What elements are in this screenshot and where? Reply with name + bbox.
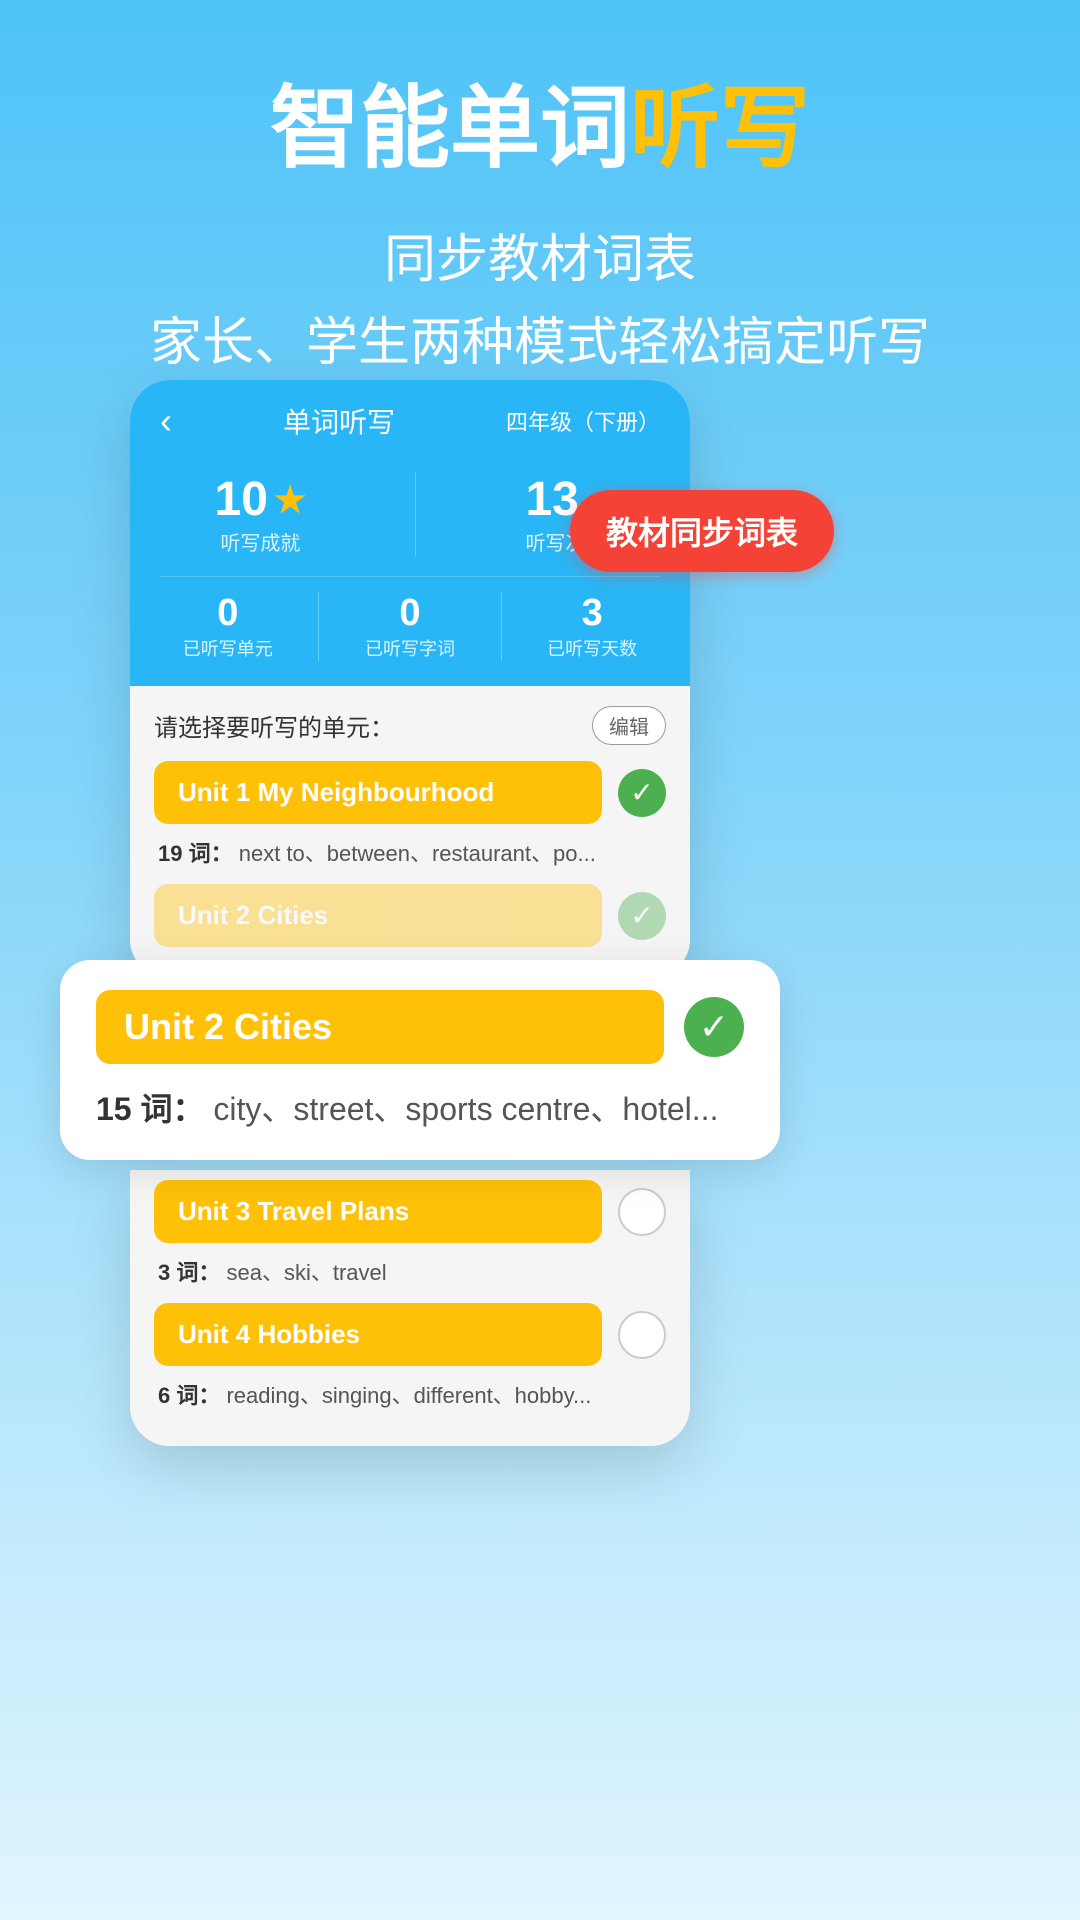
main-title: 智能单词听写: [60, 80, 1020, 179]
days-label: 已听写天数: [547, 635, 637, 661]
units-stat: 0 已听写单元: [183, 592, 273, 661]
badge-text: 教材同步词表: [606, 515, 798, 551]
unit3-words: 3 词： sea、ski、travel: [154, 1243, 666, 1291]
unit4-name: Unit 4 Hobbies: [178, 1319, 360, 1349]
unit1-count: 19 词：: [158, 841, 233, 866]
unit4-preview: reading、singing、different、hobby...: [226, 1383, 591, 1408]
unit4-count: 6 词：: [158, 1383, 220, 1408]
unit2-name: Unit 2 Cities: [178, 900, 328, 930]
words-label: 已听写字词: [365, 635, 455, 661]
score-number: 10: [215, 472, 268, 527]
edit-button[interactable]: 编辑: [592, 706, 666, 745]
floating-unit2-words: 15 词： city、street、sports centre、hotel...: [96, 1084, 744, 1130]
unit3-button[interactable]: Unit 3 Travel Plans: [154, 1180, 602, 1243]
star-icon: ★: [274, 479, 306, 521]
header-section: 智能单词听写 同步教材词表 家长、学生两种模式轻松搞定听写: [0, 0, 1080, 445]
unit3-name: Unit 3 Travel Plans: [178, 1196, 409, 1226]
days-value: 3: [547, 592, 637, 635]
floating-unit2-check[interactable]: ✓: [684, 997, 744, 1057]
subtitle-line2: 家长、学生两种模式轻松搞定听写: [60, 302, 1020, 385]
divider3: [501, 592, 502, 661]
floating-unit2-card: Unit 2 Cities ✓ 15 词： city、street、sports…: [60, 960, 780, 1160]
subtitle: 同步教材词表 家长、学生两种模式轻松搞定听写: [60, 219, 1020, 385]
unit2-header-row: Unit 2 Cities ✓: [154, 884, 666, 947]
phone-mockup: ‹ 单词听写 四年级（下册） 10 ★ 听写成就 13 听写次数 0 已: [130, 380, 690, 979]
unit3-circle[interactable]: [618, 1188, 666, 1236]
floating-unit2-preview: city、street、sports centre、hotel...: [213, 1091, 718, 1127]
floating-unit2-header: Unit 2 Cities ✓: [96, 990, 744, 1064]
unit-item-2-preview: Unit 2 Cities ✓: [154, 884, 666, 947]
units-value: 0: [183, 592, 273, 635]
score-label: 听写成就: [215, 527, 307, 556]
unit-item-1: Unit 1 My Neighbourhood ✓ 19 词： next to、…: [154, 761, 666, 872]
floating-unit2-count: 15 词：: [96, 1091, 205, 1127]
units-label: 已听写单元: [183, 635, 273, 661]
floating-unit2-name: Unit 2 Cities: [124, 1006, 332, 1047]
title-part1: 智能单词: [270, 79, 630, 179]
title-part2: 听写: [630, 79, 810, 179]
floating-checkmark-icon: ✓: [699, 1006, 729, 1048]
words-stat: 0 已听写字词: [365, 592, 455, 661]
phone-mockup-bottom: Unit 3 Travel Plans 3 词： sea、ski、travel …: [130, 1170, 690, 1446]
unit4-words: 6 词： reading、singing、different、hobby...: [154, 1366, 666, 1414]
unit-item-4: Unit 4 Hobbies 6 词： reading、singing、diff…: [154, 1303, 666, 1414]
unit1-check[interactable]: ✓: [618, 769, 666, 817]
unit3-header-row: Unit 3 Travel Plans: [154, 1180, 666, 1243]
unit-item-3: Unit 3 Travel Plans 3 词： sea、ski、travel: [154, 1180, 666, 1291]
unit1-header-row: Unit 1 My Neighbourhood ✓: [154, 761, 666, 824]
unit-section: 请选择要听写的单元： 编辑 Unit 1 My Neighbourhood ✓ …: [130, 686, 690, 979]
unit-section-bottom: Unit 3 Travel Plans 3 词： sea、ski、travel …: [130, 1170, 690, 1446]
checkmark-icon: ✓: [630, 776, 653, 809]
unit1-words: 19 词： next to、between、restaurant、po...: [154, 824, 666, 872]
days-stat: 3 已听写天数: [547, 592, 637, 661]
unit1-button[interactable]: Unit 1 My Neighbourhood: [154, 761, 602, 824]
unit2-check[interactable]: ✓: [618, 892, 666, 940]
back-button[interactable]: ‹: [160, 400, 172, 442]
app-title: 单词听写: [283, 401, 395, 441]
score-stat: 10 ★ 听写成就: [215, 472, 307, 556]
unit1-name: Unit 1 My Neighbourhood: [178, 777, 494, 807]
badge-pill: 教材同步词表: [570, 490, 834, 572]
subtitle-line1: 同步教材词表: [60, 219, 1020, 302]
unit4-header-row: Unit 4 Hobbies: [154, 1303, 666, 1366]
grade-label: 四年级（下册）: [506, 405, 660, 437]
words-value: 0: [365, 592, 455, 635]
app-nav: ‹ 单词听写 四年级（下册）: [160, 400, 660, 442]
unit4-button[interactable]: Unit 4 Hobbies: [154, 1303, 602, 1366]
unit4-circle[interactable]: [618, 1311, 666, 1359]
unit3-count: 3 词：: [158, 1260, 220, 1285]
checkmark-icon2: ✓: [630, 899, 653, 932]
unit1-preview: next to、between、restaurant、po...: [239, 841, 596, 866]
unit3-preview: sea、ski、travel: [226, 1260, 386, 1285]
floating-unit2-button[interactable]: Unit 2 Cities: [96, 990, 664, 1064]
unit2-button[interactable]: Unit 2 Cities: [154, 884, 602, 947]
unit-section-header: 请选择要听写的单元： 编辑: [154, 706, 666, 745]
score-value-row: 10 ★: [215, 472, 307, 527]
secondary-stats: 0 已听写单元 0 已听写字词 3 已听写天数: [160, 576, 660, 686]
section-label: 请选择要听写的单元：: [154, 708, 394, 743]
divider2: [318, 592, 319, 661]
divider1: [415, 472, 416, 556]
